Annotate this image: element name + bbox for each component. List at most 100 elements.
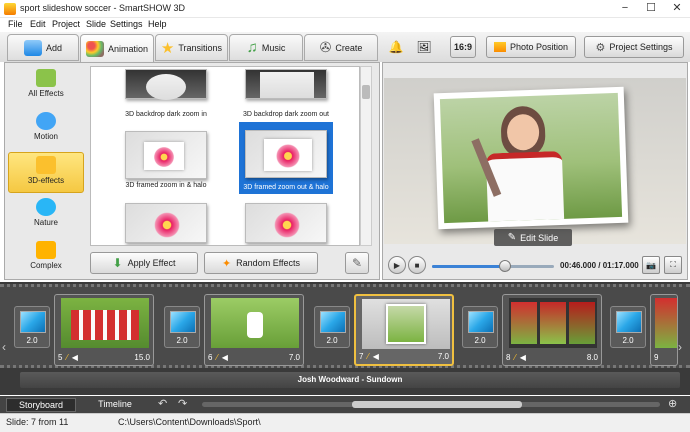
effect-label[interactable]: 3D backdrop dark zoom out [226,111,346,118]
menu-file[interactable]: File [8,19,23,29]
tab-create[interactable]: ✇ Create [304,34,378,61]
playback-slider-handle[interactable] [499,260,512,272]
flower-image [260,72,314,98]
view-switcher: Storyboard Timeline ↶ ↷ ⊕ [0,396,690,413]
down-arrow-icon: ⬇ [112,256,123,270]
effect-thumb[interactable] [125,131,207,179]
transition-item[interactable]: 2.0 [14,306,50,348]
tab-music[interactable]: ♫ Music [229,34,303,61]
menu-bar: File Edit Project Slide Settings Help [0,18,690,32]
transition-duration: 2.0 [474,336,486,345]
undo-icon[interactable]: ↶ [158,397,167,410]
minimize-button[interactable]: − [612,0,638,18]
tab-animation[interactable]: Animation [80,34,154,62]
apply-effect-button[interactable]: ⬇ Apply Effect [90,252,198,274]
category-nature[interactable]: Nature [8,195,84,236]
slide-item-selected[interactable]: 7 ⁄ ◀ 7.0 [354,294,454,366]
tab-storyboard[interactable]: Storyboard [6,398,76,412]
effect-thumb[interactable] [245,203,327,243]
edit-slide-button[interactable]: ✎ Edit Slide [494,229,572,246]
stop-button[interactable]: ■ [408,256,426,274]
timeline-scroll-thumb[interactable] [352,401,522,408]
fullscreen-button[interactable]: ⛶ [664,256,682,274]
menu-edit[interactable]: Edit [30,19,46,29]
speaker-icon: ◀ [372,351,379,361]
selected-effect[interactable]: 3D framed zoom out & halo [239,122,333,194]
category-label: Nature [33,218,58,227]
slide-duration: 7.0 [437,351,449,361]
tab-transitions[interactable]: ★ Transitions [155,34,228,61]
bell-icon: 🔔 [388,40,404,54]
project-settings-button[interactable]: ⚙ Project Settings [584,36,684,58]
framed-photo [386,304,426,344]
image-settings-button[interactable]: 🖼 [412,36,436,58]
scrollbar-thumb[interactable] [362,85,370,99]
tab-add[interactable]: Add [7,34,79,61]
slide-item[interactable]: 8 ⁄ ◀ 8.0 [502,294,602,366]
slide-item[interactable]: 5 ⁄ ◀ 15.0 [54,294,154,366]
snapshot-button[interactable]: 📷 [642,256,660,274]
transition-item[interactable]: 2.0 [610,306,646,348]
preview-photo [433,86,629,230]
effect-label[interactable]: 3D backdrop dark zoom in [106,111,226,118]
slide-item[interactable]: 9 [650,294,678,366]
player-controls: ▶ ■ 00:46.000 / 01:17.000 📷 ⛶ [384,254,686,278]
effect-wand-icon: ⁄ [514,352,516,362]
transition-icon [20,311,46,333]
players-shape [71,310,139,340]
category-motion[interactable]: Motion [8,109,84,150]
palette-icon [85,40,104,57]
app-logo-icon [4,3,16,15]
category-label: Complex [30,261,62,270]
zoom-icon[interactable]: ⊕ [668,397,677,410]
effect-wand-icon: ⁄ [66,352,68,362]
flower-image [272,210,302,240]
slide-item[interactable]: 6 ⁄ ◀ 7.0 [204,294,304,366]
snowflake-icon [36,198,56,216]
play-button[interactable]: ▶ [388,256,406,274]
edit-slide-label: Edit Slide [520,232,559,243]
speaker-icon: ◀ [221,352,228,362]
category-label: 3D-effects [27,176,65,185]
transition-item[interactable]: 2.0 [314,306,350,348]
menu-settings[interactable]: Settings [110,19,143,29]
effect-thumb[interactable] [125,69,207,100]
time-readout: 00:46.000 / 01:17.000 [560,261,639,270]
maximize-button[interactable]: ☐ [638,0,664,18]
field-image [388,306,424,342]
gallery-scrollbar[interactable] [360,66,372,246]
effect-thumb[interactable] [245,69,327,99]
audio-track[interactable]: Josh Woodward - Sundown [20,372,680,388]
random-effects-button[interactable]: ✦ Random Effects [204,252,318,274]
menu-help[interactable]: Help [148,19,167,29]
girl-baseball-photo [439,92,623,224]
timeline-scrollbar[interactable] [202,401,660,408]
redo-icon[interactable]: ↷ [178,397,187,410]
photo-position-button[interactable]: Photo Position [486,36,576,58]
effect-thumb[interactable] [125,203,207,243]
clear-effect-button[interactable]: ✎ [345,252,369,274]
aspect-ratio-button[interactable]: 16:9 [450,36,476,58]
transition-duration: 2.0 [176,336,188,345]
close-button[interactable]: ✕ [664,0,690,18]
category-3d-effects[interactable]: 3D-effects [8,152,84,193]
effect-label[interactable]: 3D framed zoom in & halo [106,182,226,189]
scroll-left-arrow[interactable]: ‹ [2,340,12,354]
category-all-effects[interactable]: All Effects [8,66,84,107]
menu-project[interactable]: Project [52,19,80,29]
scroll-right-arrow[interactable]: › [678,340,688,354]
layers-icon [36,241,56,259]
menu-slide[interactable]: Slide [86,19,106,29]
transition-item[interactable]: 2.0 [164,306,200,348]
transition-duration: 2.0 [26,336,38,345]
playback-track[interactable] [432,265,554,268]
effects-gallery: 3D backdrop dark zoom in 3D backdrop dar… [90,66,360,246]
tab-timeline[interactable]: Timeline [82,398,148,412]
category-complex[interactable]: Complex [8,238,84,279]
slide-footer: 6 ⁄ ◀ 7.0 [208,352,300,362]
slide-number: 9 [654,352,659,362]
cube-icon [36,156,56,174]
transition-icon [616,311,642,333]
notifications-button[interactable]: 🔔 [386,36,406,58]
transition-item[interactable]: 2.0 [462,306,498,348]
